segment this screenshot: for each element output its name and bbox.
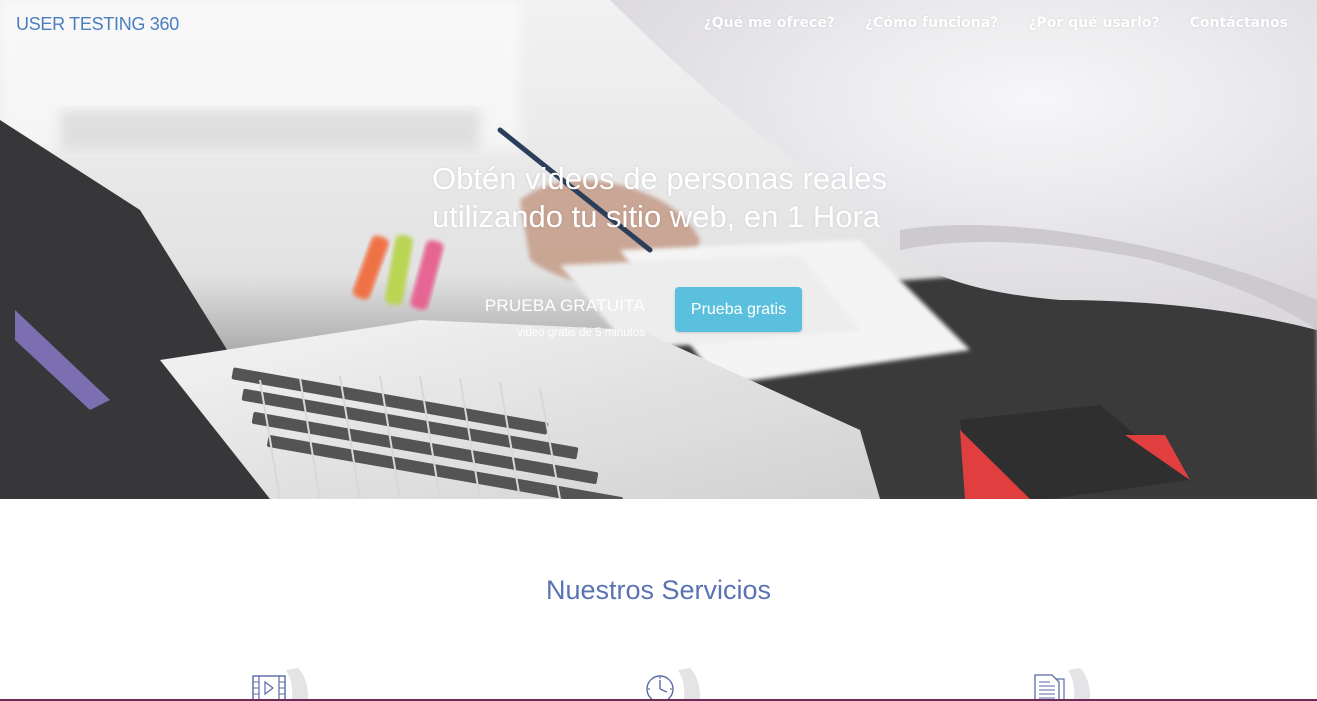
nav-link-contactanos[interactable]: Contáctanos	[1190, 15, 1288, 31]
free-trial-button[interactable]: Prueba gratis	[675, 287, 802, 332]
clock-icon	[646, 668, 700, 701]
nav-link-como-funciona[interactable]: ¿Cómo funciona?	[865, 15, 998, 31]
free-trial-promo: PRUEBA GRATUITA video gratis de 5 minuto…	[440, 296, 645, 339]
hero-section: USER TESTING 360 ¿Qué me ofrece? ¿Cómo f…	[0, 0, 1317, 499]
site-logo[interactable]: USER TESTING 360	[16, 14, 179, 35]
hero-headline-line-1: Obtén videos de personas reales	[432, 161, 887, 196]
video-icon	[252, 668, 308, 701]
nav-link-por-que-usarlo[interactable]: ¿Por qué usarlo?	[1028, 15, 1159, 31]
hero-background-photo	[0, 0, 1317, 499]
services-title: Nuestros Servicios	[545, 575, 772, 605]
nav-link-que-me-ofrece[interactable]: ¿Qué me ofrece?	[704, 15, 835, 31]
hero-headline-line-2: utilizando tu sitio web, en 1 Hora	[432, 199, 881, 234]
hero-headline: Obtén videos de personas reales utilizan…	[432, 160, 952, 236]
main-navigation: ¿Qué me ofrece? ¿Cómo funciona? ¿Por qué…	[704, 15, 1288, 31]
promo-subtitle: video gratis de 5 minutos	[517, 327, 645, 339]
landing-page: USER TESTING 360 ¿Qué me ofrece? ¿Cómo f…	[0, 0, 1317, 701]
document-icon	[1034, 668, 1090, 701]
promo-title: PRUEBA GRATUITA	[484, 296, 645, 315]
